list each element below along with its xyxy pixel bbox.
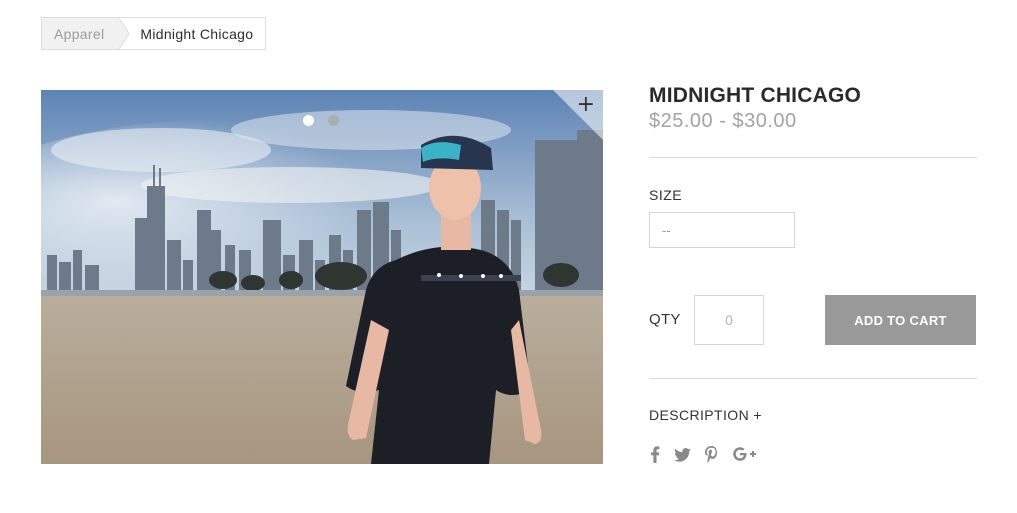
breadcrumb: Apparel Midnight Chicago: [41, 17, 267, 50]
size-select[interactable]: --: [649, 212, 795, 248]
zoom-button[interactable]: +: [553, 90, 603, 140]
qty-label: QTY: [649, 311, 681, 328]
gallery-dots: [303, 115, 339, 126]
quantity-input[interactable]: [694, 295, 764, 345]
product-title: MIDNIGHT CHICAGO: [649, 84, 862, 107]
google-plus-icon[interactable]: [732, 446, 757, 463]
product-photo: [41, 90, 603, 464]
breadcrumb-parent-link[interactable]: Apparel: [42, 18, 121, 49]
divider: [649, 378, 977, 379]
size-label: SIZE: [649, 187, 683, 203]
breadcrumb-separator-icon: [119, 18, 130, 49]
plus-icon: +: [576, 92, 595, 117]
breadcrumb-current: Midnight Chicago: [140, 25, 254, 42]
gallery-dot-1[interactable]: [303, 115, 314, 126]
product-price: $25.00 - $30.00: [649, 110, 797, 132]
add-to-cart-button[interactable]: ADD TO CART: [825, 295, 976, 345]
social-share: [650, 446, 757, 463]
product-page: Apparel Midnight Chicago + MIDNIGHT CHIC…: [0, 0, 1017, 513]
gallery-dot-2[interactable]: [328, 115, 339, 126]
facebook-icon[interactable]: [650, 446, 660, 463]
divider: [649, 157, 977, 158]
product-image-gallery[interactable]: +: [41, 90, 603, 464]
twitter-icon[interactable]: [674, 447, 691, 462]
pinterest-icon[interactable]: [705, 446, 718, 463]
description-toggle[interactable]: DESCRIPTION +: [649, 407, 762, 423]
